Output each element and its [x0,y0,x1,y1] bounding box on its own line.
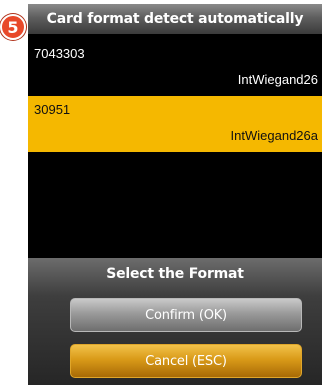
card-format: IntWiegand26 [237,72,318,87]
device-screen: Card format detect automatically 7043303… [28,4,322,385]
card-list-item[interactable]: 7043303 IntWiegand26 [28,40,322,96]
card-number: 7043303 [34,46,85,61]
step-number-badge: 5 [0,14,26,40]
screen-title: Card format detect automatically [28,4,322,34]
confirm-button[interactable]: Confirm (OK) [70,298,302,332]
card-format: IntWiegand26a [230,128,318,143]
card-list-item-selected[interactable]: 30951 IntWiegand26a [28,96,322,152]
select-format-dialog: Select the Format Confirm (OK) Cancel (E… [28,258,322,385]
cancel-button[interactable]: Cancel (ESC) [70,344,302,378]
dialog-title: Select the Format [106,266,244,282]
card-number: 30951 [34,102,71,117]
